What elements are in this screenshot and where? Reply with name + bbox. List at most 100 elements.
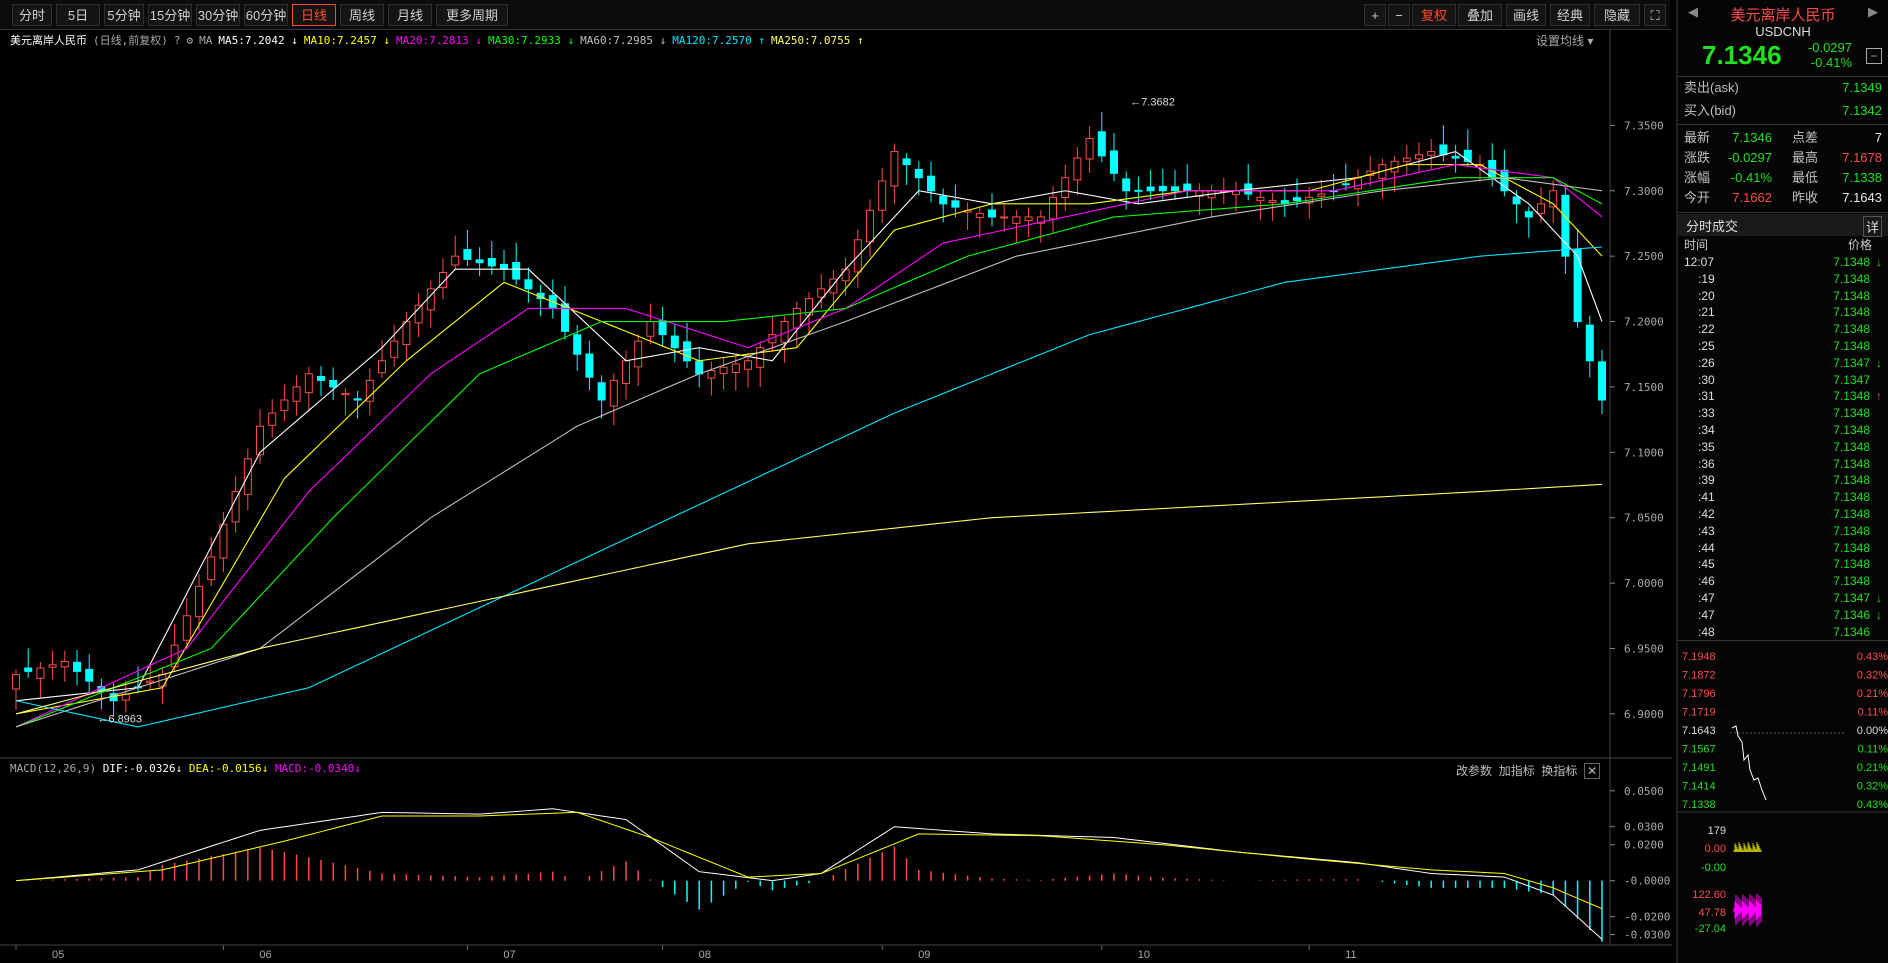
candle-body [1573, 248, 1582, 323]
tick-row: :21 7.1348 [1698, 305, 1870, 320]
tick-row: :41 7.1348 [1698, 490, 1870, 505]
macd-tick-label: 0.0200 [1624, 839, 1664, 852]
next-instrument-icon[interactable]: ▶ [1868, 4, 1878, 20]
mini-right-label: 0.11% [1858, 707, 1888, 719]
x-tick-label: 09 [918, 949, 930, 961]
candle-body [329, 379, 338, 388]
candle-body [1061, 177, 1070, 199]
dea-arrow-icon: ↓ [261, 762, 269, 775]
close-icon[interactable]: ✕ [1584, 763, 1601, 779]
candle-body [841, 268, 850, 282]
switch-indicator-button[interactable]: 换指标 [1541, 764, 1577, 778]
mini-left-label: 7.1796 [1682, 688, 1716, 700]
tick-row: :20 7.1348 [1698, 288, 1870, 303]
macd-tick-label: -0.0300 [1624, 929, 1670, 942]
ticks-detail-button[interactable]: 详 [1862, 216, 1882, 237]
kline-chart: 7.3500 7.3000 7.2500 7.2000 7.1500 7.1000 7.05… [0, 30, 1672, 961]
mini-right-label: 0.43% [1857, 799, 1888, 811]
candle-body [695, 360, 704, 375]
x-tick-label: 11 [1345, 949, 1356, 961]
candle-body [1073, 157, 1082, 181]
candle-body [1268, 200, 1277, 204]
candle-body [1317, 193, 1326, 197]
candle-body [878, 180, 887, 211]
price-change-pct: -0.41% [1810, 55, 1852, 70]
tick-row: 12:07 7.1348 ↓ [1684, 255, 1882, 269]
ma-line-ma20 [15, 164, 1603, 728]
candle-body [597, 382, 606, 401]
stat-row: 涨跌 -0.0297 最高 7.1678 [1684, 150, 1882, 165]
ma-line-ma60 [15, 177, 1603, 728]
candle-body [634, 340, 643, 368]
candle-body [207, 556, 216, 581]
mini-left-label: 7.1643 [1682, 725, 1716, 737]
low-annotation: ←6.8963 [97, 714, 142, 726]
candle-body [1183, 183, 1192, 192]
macd-tick-label: -0.0000 [1624, 875, 1670, 888]
mini-sub-label: -27.04 [1695, 923, 1726, 935]
mini-sub-label: 179 [1708, 825, 1726, 837]
mini-left-label: 7.1719 [1682, 707, 1716, 719]
candle-body [1415, 154, 1423, 160]
x-tick-label: 08 [699, 949, 711, 961]
mini-left-label: 7.1338 [1682, 799, 1716, 811]
tick-row: :19 7.1348 [1698, 271, 1870, 286]
tick-row: :47 7.1346 ↓ [1698, 607, 1882, 622]
candle-body [317, 376, 325, 381]
y-tick-label: 7.3500 [1624, 119, 1664, 132]
y-tick-label: 7.3000 [1624, 185, 1664, 198]
candle-body [219, 523, 228, 559]
candle-body [475, 259, 484, 264]
candle-body [707, 370, 716, 379]
candle-body [1012, 216, 1021, 224]
mini-right-label: 0.32% [1857, 670, 1888, 682]
tick-row: :44 7.1348 [1698, 540, 1870, 555]
prev-instrument-icon[interactable]: ◀ [1688, 4, 1698, 20]
app-root: 分时 5日 5分钟 15分钟 30分钟 60分钟 日线 周线 月线 更多周期 +… [0, 0, 1888, 963]
candle-body [1451, 155, 1460, 159]
mini-sub-label: -0.00 [1701, 862, 1726, 874]
candle-body [512, 261, 521, 280]
bid-row: 买入(bid) 7.1342 [1684, 103, 1882, 118]
candle-body [1439, 144, 1448, 156]
candle-body [402, 321, 411, 346]
change-params-button[interactable]: 改参数 [1456, 764, 1492, 778]
candle-body [744, 360, 752, 370]
candle-body [902, 158, 911, 166]
tick-row: :26 7.1347 ↓ [1698, 355, 1882, 370]
candle-body [12, 674, 20, 690]
macd-info-bar: MACD(12,26,9) DIF:-0.0326↓ DEA:-0.0156↓ … [10, 762, 361, 775]
add-indicator-button[interactable]: 加指标 [1499, 764, 1535, 778]
candle-body [48, 664, 57, 668]
candle-body [951, 200, 960, 208]
candle-body [683, 341, 691, 362]
collapse-icon[interactable]: − [1866, 48, 1882, 64]
candle-body [1171, 186, 1179, 192]
ticks-title: 分时成交 [1686, 219, 1739, 234]
x-tick-label: 06 [259, 949, 271, 961]
candle-body [304, 373, 313, 394]
candle-body [927, 175, 935, 192]
ma-line-ma30 [15, 177, 1603, 728]
candle-body [988, 209, 996, 218]
mini-sub-label: 0.00 [1705, 843, 1726, 855]
candle-body [1512, 196, 1521, 205]
candle-body [1390, 160, 1399, 173]
candle-body [524, 279, 533, 290]
candle-body [939, 195, 948, 205]
candle-body [1427, 151, 1436, 156]
candle-body [1585, 324, 1594, 362]
candle-body [1537, 203, 1545, 214]
candle-body [1024, 216, 1033, 221]
mini-right-label: 0.11% [1858, 744, 1888, 756]
tick-row: :46 7.1348 [1698, 574, 1870, 589]
candle-body [451, 255, 460, 266]
y-tick-label: 7.0000 [1624, 577, 1664, 590]
dif-arrow-icon: ↓ [175, 762, 183, 775]
candle-body [573, 334, 582, 355]
candle-body [1085, 137, 1094, 160]
macd-arrow-icon: ↓ [354, 762, 362, 775]
mini-right-label: 0.21% [1857, 688, 1888, 700]
last-price: 7.1346 [1702, 40, 1782, 70]
candle-body [1524, 211, 1533, 218]
